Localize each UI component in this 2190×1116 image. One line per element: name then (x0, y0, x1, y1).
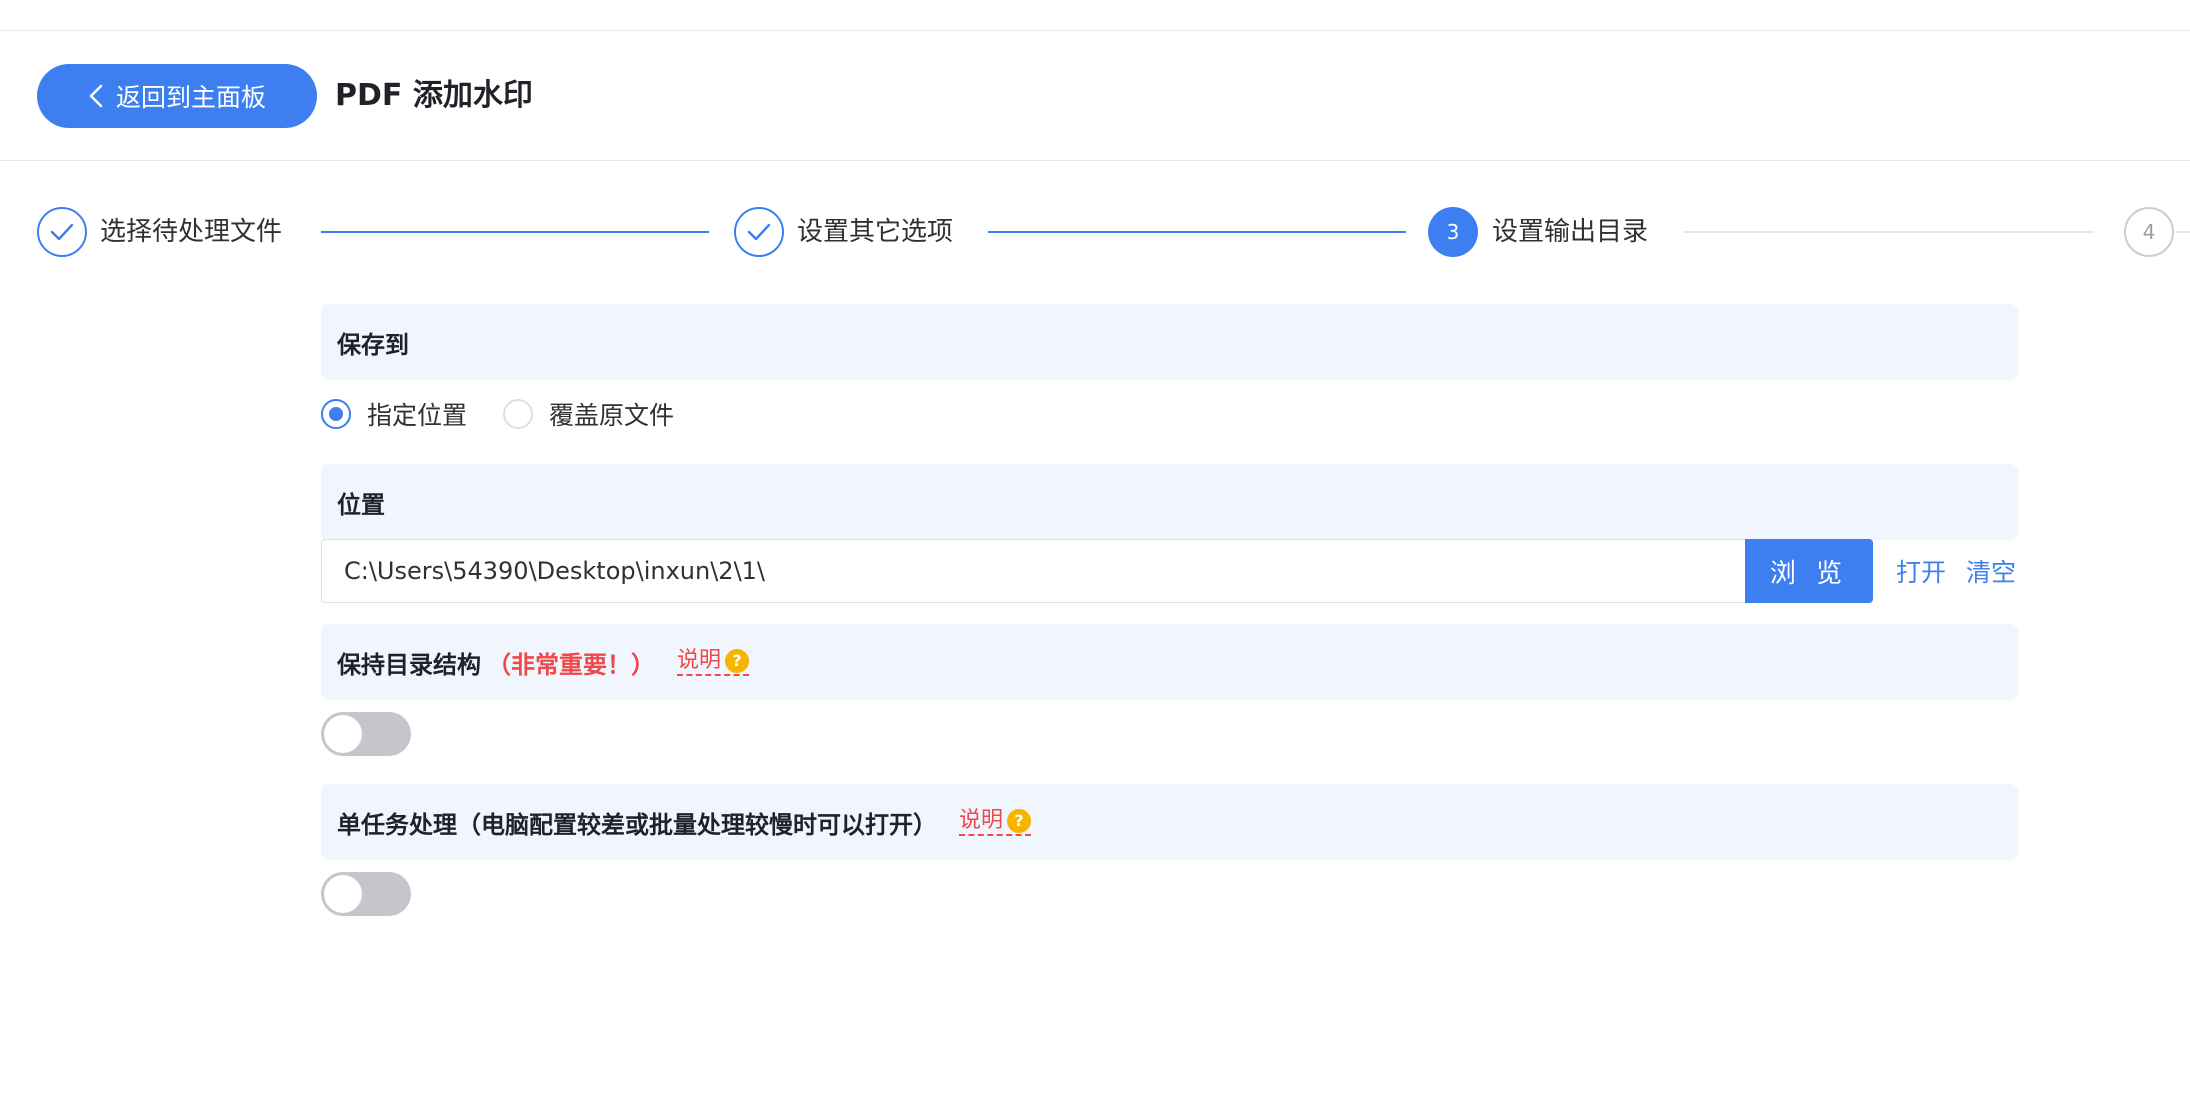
single-task-toggle[interactable] (321, 872, 411, 916)
back-button-label: 返回到主面板 (115, 83, 266, 112)
window-top-bar (0, 0, 2190, 31)
step-connector-3 (1684, 231, 2094, 233)
step-1-label: 选择待处理文件 (100, 217, 283, 247)
browse-button[interactable]: 浏 览 (1745, 539, 1873, 603)
step-4-number: 4 (2124, 207, 2174, 257)
question-icon: ? (1007, 809, 1032, 833)
keep-structure-toggle[interactable] (321, 712, 411, 756)
keep-structure-help-label: 说明 (677, 648, 722, 673)
step-connector-4 (2176, 231, 2190, 233)
keep-structure-emphasis: （非常重要！） (487, 650, 655, 679)
save-to-radio-group: 指定位置 覆盖原文件 (321, 392, 710, 436)
step-2-check-icon (734, 207, 784, 257)
step-3-number: 3 (1428, 207, 1478, 257)
single-task-heading: 单任务处理（电脑配置较差或批量处理较慢时可以打开） (337, 810, 937, 839)
back-to-main-button[interactable]: 返回到主面板 (37, 64, 317, 128)
save-to-heading: 保存到 (337, 330, 409, 359)
toggle-knob (324, 875, 362, 913)
clear-path-link[interactable]: 清空 (1966, 553, 2016, 589)
chevron-left-icon (89, 84, 103, 108)
step-1-check-icon (37, 207, 87, 257)
save-to-section-heading: 保存到 (321, 304, 2018, 380)
radio-overwrite-original[interactable] (503, 399, 534, 429)
radio-specified-location[interactable] (321, 399, 351, 429)
step-connector-1 (321, 231, 709, 233)
question-icon: ? (725, 649, 750, 673)
keep-structure-heading: 保持目录结构 (337, 650, 481, 679)
keep-structure-help-link[interactable]: 说明? (677, 648, 750, 676)
keep-structure-section-heading: 保持目录结构 （非常重要！） 说明? (321, 624, 2018, 700)
page-title: PDF 添加水印 (335, 78, 533, 113)
single-task-help-label: 说明 (959, 808, 1004, 833)
radio-specified-location-label[interactable]: 指定位置 (367, 396, 467, 432)
single-task-help-link[interactable]: 说明? (959, 808, 1032, 836)
page-header: 返回到主面板 PDF 添加水印 (0, 31, 2190, 161)
output-path-input[interactable] (321, 539, 1746, 603)
location-section-heading: 位置 (321, 464, 2018, 540)
step-2-label: 设置其它选项 (797, 217, 954, 247)
step-progress: 选择待处理文件 设置其它选项 3 设置输出目录 4 (0, 201, 2190, 263)
step-3-label: 设置输出目录 (1492, 217, 1649, 247)
toggle-knob (324, 715, 362, 753)
single-task-section-heading: 单任务处理（电脑配置较差或批量处理较慢时可以打开） 说明? (321, 784, 2018, 860)
radio-overwrite-original-label[interactable]: 覆盖原文件 (549, 396, 674, 432)
open-folder-link[interactable]: 打开 (1896, 553, 1946, 589)
step-connector-2 (988, 231, 1406, 233)
location-heading: 位置 (337, 490, 385, 519)
